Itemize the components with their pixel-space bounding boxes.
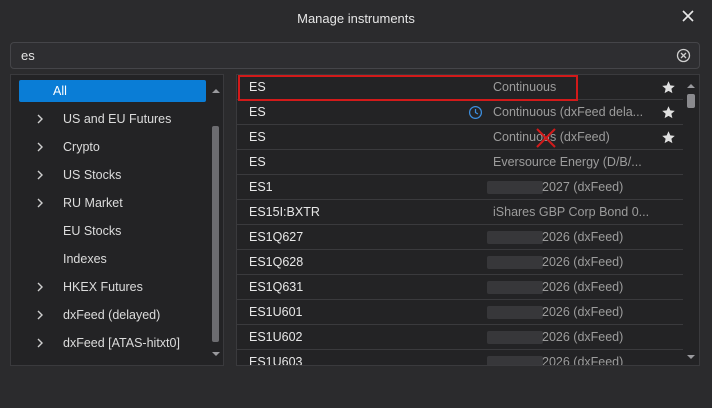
tree-item-label: US Stocks	[63, 168, 122, 182]
clear-search-icon[interactable]	[676, 48, 691, 63]
instrument-symbol: ES1Q628	[249, 255, 304, 269]
instrument-description: Continuous (dxFeed)	[493, 130, 610, 144]
tree-item-label: dxFeed [ATAS-hitxt0]	[63, 336, 180, 350]
tree-item[interactable]: US Stocks	[19, 164, 209, 186]
instrument-row[interactable]: ES1 2027 (dxFeed)	[237, 175, 683, 200]
instrument-symbol: ES1U602	[249, 330, 303, 344]
instrument-row[interactable]: ES1Q628 2026 (dxFeed)	[237, 250, 683, 275]
tree-item[interactable]: RU Market	[19, 192, 209, 214]
tree-scrollbar[interactable]	[210, 81, 221, 361]
instrument-symbol: ES	[249, 130, 266, 144]
tree-item-label: Indexes	[63, 252, 107, 266]
search-input[interactable]	[21, 43, 661, 68]
instrument-symbol: ES	[249, 105, 266, 119]
instrument-row[interactable]: ES1Q631 2026 (dxFeed)	[237, 275, 683, 300]
chevron-right-icon[interactable]	[19, 198, 57, 208]
instrument-row[interactable]: ES Eversource Energy (D/B/...	[237, 150, 683, 175]
instrument-row[interactable]: ES Continuous	[237, 75, 683, 100]
instrument-description: 2027 (dxFeed)	[542, 180, 624, 194]
redacted-text	[487, 356, 543, 365]
instrument-row[interactable]: ES Continuous (dxFeed)	[237, 125, 683, 150]
dialog-title: Manage instruments	[297, 11, 415, 26]
tree-item[interactable]: US and EU Futures	[19, 108, 209, 130]
instrument-list: ES Continuous ES Continuous (dxFeed dela...…	[236, 74, 700, 366]
instrument-symbol: ES	[249, 155, 266, 169]
instrument-symbol: ES1U603	[249, 355, 303, 366]
redacted-text	[487, 181, 543, 194]
instrument-description: Eversource Energy (D/B/...	[493, 155, 642, 169]
instrument-description: 2026 (dxFeed)	[542, 330, 624, 344]
instrument-symbol: ES15I:BXTR	[249, 205, 320, 219]
chevron-right-icon[interactable]	[19, 114, 57, 124]
instrument-description: Continuous (dxFeed dela...	[493, 105, 644, 119]
scroll-down-icon[interactable]	[212, 351, 220, 357]
tree-item[interactable]: EU Stocks	[19, 220, 209, 242]
star-icon[interactable]	[661, 130, 676, 145]
instrument-row[interactable]: ES Continuous (dxFeed dela...	[237, 100, 683, 125]
instrument-row[interactable]: ES1U603 2026 (dxFeed)	[237, 350, 683, 366]
instrument-row[interactable]: ES1U601 2026 (dxFeed)	[237, 300, 683, 325]
chevron-right-icon[interactable]	[19, 338, 57, 348]
tree-item-label: All	[53, 84, 67, 98]
instrument-description: 2026 (dxFeed)	[542, 305, 624, 319]
instrument-symbol: ES1	[249, 180, 273, 194]
tree-item-label: US and EU Futures	[63, 112, 172, 126]
redacted-text	[487, 256, 543, 269]
tree-item[interactable]: All	[19, 80, 206, 102]
instrument-description: iShares GBP Corp Bond 0...	[493, 205, 650, 219]
instrument-description: 2026 (dxFeed)	[542, 355, 624, 366]
redacted-text	[487, 281, 543, 294]
tree-item[interactable]: dxFeed (delayed)	[19, 304, 209, 326]
tree-item-label: Crypto	[63, 140, 100, 154]
scroll-down-icon[interactable]	[687, 354, 695, 360]
chevron-right-icon[interactable]	[19, 310, 57, 320]
instrument-description: Continuous	[493, 80, 557, 94]
scroll-up-icon[interactable]	[687, 83, 695, 89]
chevron-right-icon[interactable]	[19, 142, 57, 152]
tree-item-label: EU Stocks	[63, 224, 122, 238]
tree-scrollbar-thumb[interactable]	[212, 126, 219, 342]
instrument-description: 2026 (dxFeed)	[542, 230, 624, 244]
instrument-description: 2026 (dxFeed)	[542, 255, 624, 269]
tree-item[interactable]: Crypto	[19, 136, 209, 158]
instrument-row[interactable]: ES15I:BXTR iShares GBP Corp Bond 0...	[237, 200, 683, 225]
list-scrollbar-thumb[interactable]	[687, 94, 695, 108]
instrument-symbol: ES1Q631	[249, 280, 304, 294]
tree-item-label: HKEX Futures	[63, 280, 143, 294]
instrument-row[interactable]: ES1Q627 2026 (dxFeed)	[237, 225, 683, 250]
redacted-text	[487, 306, 543, 319]
tree-item[interactable]: Indexes	[19, 248, 209, 270]
instrument-row[interactable]: ES1U602 2026 (dxFeed)	[237, 325, 683, 350]
tree-item[interactable]: dxFeed [ATAS-hitxt0]	[19, 332, 209, 354]
tree-item-label: dxFeed (delayed)	[63, 308, 161, 322]
instrument-symbol: ES1Q627	[249, 230, 304, 244]
star-icon[interactable]	[661, 80, 676, 95]
redacted-text	[487, 331, 543, 344]
scroll-up-icon[interactable]	[212, 88, 220, 94]
tree-item-label: RU Market	[63, 196, 123, 210]
clock-icon	[468, 105, 483, 120]
instrument-symbol: ES1U601	[249, 305, 303, 319]
instrument-symbol: ES	[249, 80, 266, 94]
category-tree: All US and EU Futures Crypto US Stocks RU Ma…	[10, 74, 224, 366]
list-scrollbar[interactable]	[685, 81, 696, 363]
redacted-text	[487, 231, 543, 244]
tree-item[interactable]: HKEX Futures	[19, 276, 209, 298]
instrument-description: 2026 (dxFeed)	[542, 280, 624, 294]
chevron-right-icon[interactable]	[19, 170, 57, 180]
search-box	[10, 42, 700, 69]
chevron-right-icon[interactable]	[19, 282, 57, 292]
close-icon[interactable]	[678, 6, 698, 26]
star-icon[interactable]	[661, 105, 676, 120]
